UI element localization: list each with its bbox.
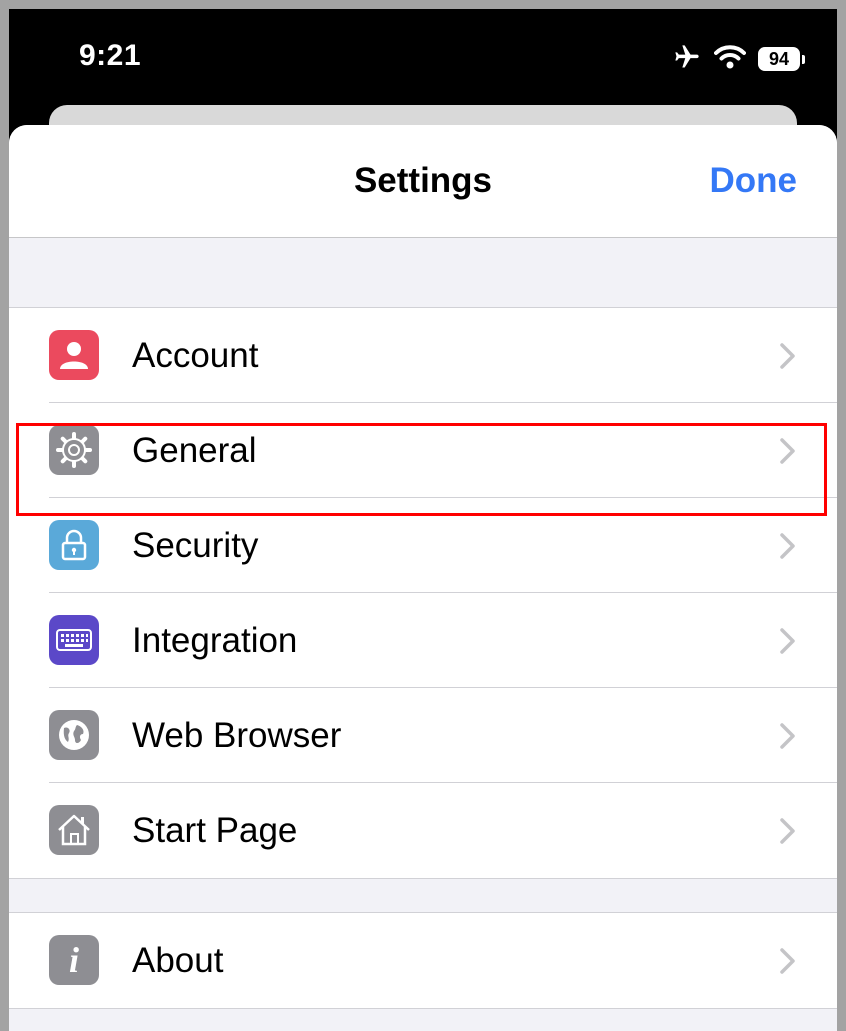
security-label: Security [132,525,259,565]
about-label: About [132,940,224,980]
phone-screen: 9:21 94 Settings Done Account General Se… [9,9,837,1031]
row-general[interactable]: General [9,403,837,498]
chevron-right-icon [780,628,795,654]
airplane-icon [672,43,702,76]
integration-label: Integration [132,620,298,660]
row-account[interactable]: Account [9,308,837,403]
general-label: General [132,430,257,470]
gear-icon [49,425,99,475]
row-security[interactable]: Security [9,498,837,593]
status-time: 9:21 [79,39,142,72]
status-icons: 94 [672,44,805,74]
person-icon [49,330,99,380]
chevron-right-icon [780,343,795,369]
battery-icon: 94 [758,47,805,71]
row-start-page[interactable]: Start Page [9,783,837,878]
info-icon: i [49,935,99,985]
done-button[interactable]: Done [710,161,798,201]
settings-group-about: i About [9,912,837,1009]
globe-icon [49,710,99,760]
web-browser-label: Web Browser [132,715,342,755]
account-label: Account [132,335,259,375]
row-web-browser[interactable]: Web Browser [9,688,837,783]
start-page-label: Start Page [132,810,298,850]
settings-group-main: Account General Security Integration Web… [9,307,837,879]
row-integration[interactable]: Integration [9,593,837,688]
chevron-right-icon [780,533,795,559]
navigation-bar: Settings Done [9,125,837,238]
house-icon [49,805,99,855]
keyboard-icon [49,615,99,665]
chevron-right-icon [780,438,795,464]
wifi-icon [714,44,746,75]
lock-icon [49,520,99,570]
chevron-right-icon [780,818,795,844]
status-bar: 9:21 94 [9,9,837,109]
row-about[interactable]: i About [9,913,837,1008]
chevron-right-icon [780,723,795,749]
chevron-right-icon [780,948,795,974]
battery-level: 94 [758,47,800,71]
settings-sheet: Settings Done Account General Security I… [9,125,837,1031]
